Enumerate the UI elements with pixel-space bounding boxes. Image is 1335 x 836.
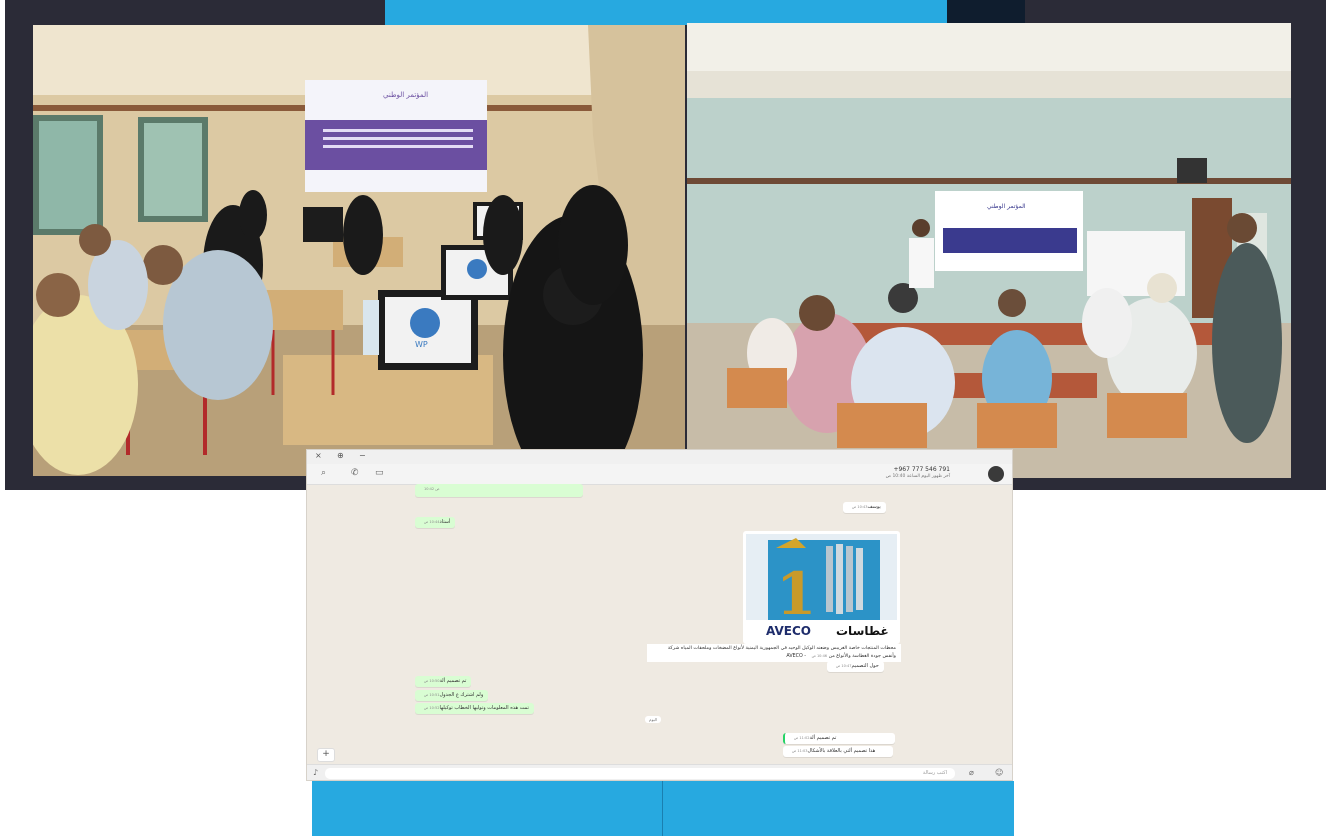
message-time: 10:51 ص bbox=[424, 693, 440, 697]
banner-title: المؤتمر الوطني bbox=[383, 91, 428, 99]
message-text: تم تصميم ألة bbox=[439, 678, 467, 684]
contact-avatar[interactable] bbox=[988, 466, 1004, 482]
message-time: 10:52 ص bbox=[424, 706, 440, 710]
maximize-window-button[interactable]: ⊕ bbox=[337, 451, 344, 460]
message-time: 10:47 ص bbox=[836, 664, 852, 668]
message-bubble[interactable]: 10:42 ص bbox=[415, 484, 583, 497]
message-bubble[interactable]: أستاذ10:44 ص bbox=[415, 517, 456, 528]
microphone-icon[interactable]: ♪ bbox=[313, 768, 318, 777]
message-bubble[interactable]: هذا تصميم ألتي بالعلاقة بالأشكال11:03 ص bbox=[783, 746, 893, 757]
close-window-button[interactable]: × bbox=[315, 451, 322, 460]
search-icon[interactable]: ⌕ bbox=[321, 468, 326, 478]
ad-number: 1 bbox=[776, 560, 816, 628]
message-text: تمت هذه المعلومات وتوليها الخطاب توكيلها bbox=[439, 705, 529, 711]
message-bubble[interactable]: يوسف10:43 ص bbox=[843, 502, 886, 513]
aveco-ad-image: 1 AVECO غطاسات bbox=[746, 534, 897, 641]
classroom-photo-illustration: المؤتمر الوطني WP bbox=[33, 25, 685, 476]
ad-arabic-text: غطاسات bbox=[836, 624, 889, 638]
minimize-window-button[interactable]: − bbox=[359, 451, 366, 460]
message-text: ولم اشترك ع الجدول bbox=[439, 692, 484, 698]
message-time: 11:03 ص bbox=[792, 749, 808, 753]
attach-plus-button[interactable]: + bbox=[317, 748, 335, 762]
message-bubble[interactable]: تمت هذه المعلومات وتوليها الخطاب توكيلها… bbox=[415, 703, 534, 714]
message-input[interactable]: اكتب رسالة bbox=[325, 768, 955, 779]
ad-logo-text: AVECO bbox=[766, 624, 811, 638]
photo-classroom-women: المؤتمر الوطني WP bbox=[33, 25, 685, 476]
bottom-blue-panel bbox=[312, 781, 1014, 836]
message-bubble[interactable]: ولم اشترك ع الجدول10:51 ص bbox=[415, 690, 489, 701]
window-title-bar: × ⊕ − bbox=[307, 450, 1012, 464]
message-time: 11:02 ص bbox=[794, 736, 810, 740]
message-bubble[interactable]: تم تصميم ألة10:50 ص bbox=[415, 676, 472, 687]
top-navy-strip bbox=[947, 0, 1025, 25]
meeting-photo-illustration: المؤتمر الوطني bbox=[687, 23, 1291, 478]
message-time: 10:42 ص bbox=[424, 487, 440, 491]
message-time: 10:44 ص bbox=[424, 520, 440, 524]
contact-last-seen: آخر ظهور اليوم الساعة 10:40 ص bbox=[885, 474, 950, 479]
aveco-ad-graphic: 1 AVECO غطاسات bbox=[746, 534, 897, 641]
date-divider: اليوم bbox=[645, 716, 662, 723]
message-text: هذا تصميم ألتي بالعلاقة بالأشكال bbox=[807, 748, 876, 754]
photo-meeting-men: المؤتمر الوطني bbox=[687, 23, 1291, 478]
message-time: 10:50 ص bbox=[424, 679, 440, 683]
emoji-icon[interactable]: ☺ bbox=[995, 768, 1003, 777]
image-message[interactable]: 1 AVECO غطاسات bbox=[743, 531, 900, 644]
contact-number[interactable]: +967 777 546 791 bbox=[893, 466, 950, 473]
attach-icon[interactable]: ⌀ bbox=[969, 768, 974, 777]
video-call-icon[interactable]: ▭ bbox=[375, 468, 384, 478]
message-text: يوسف bbox=[867, 504, 881, 510]
message-time: 10:43 ص bbox=[852, 505, 868, 509]
message-text: حول التصميم bbox=[851, 663, 879, 669]
message-bubble[interactable]: حول التصميم10:47 ص bbox=[827, 661, 884, 672]
message-composer: ♪ اكتب رسالة ⌀ ☺ bbox=[307, 764, 1012, 780]
image-caption: محطات المنتجات خاصة الغريبس وضعنه الوكيل… bbox=[647, 644, 901, 662]
banner-title-right: المؤتمر الوطني bbox=[987, 203, 1026, 210]
message-text: أستاذ bbox=[439, 519, 451, 525]
message-text: تم تصميم ألة bbox=[809, 735, 837, 741]
message-time: 10:46 ص bbox=[811, 653, 828, 658]
voice-call-icon[interactable]: ✆ bbox=[351, 468, 359, 478]
chat-window: × ⊕ − ⌕ ✆ ▭ +967 777 546 791 آخر ظهور ال… bbox=[306, 449, 1013, 781]
top-blue-strip bbox=[385, 0, 947, 25]
image-caption-text: محطات المنتجات خاصة الغريبس وضعنه الوكيل… bbox=[667, 646, 896, 659]
laptop-logo: WP bbox=[415, 340, 428, 349]
message-bubble[interactable]: تم تصميم ألة11:02 ص bbox=[783, 733, 895, 744]
bottom-panel-divider bbox=[662, 781, 663, 836]
